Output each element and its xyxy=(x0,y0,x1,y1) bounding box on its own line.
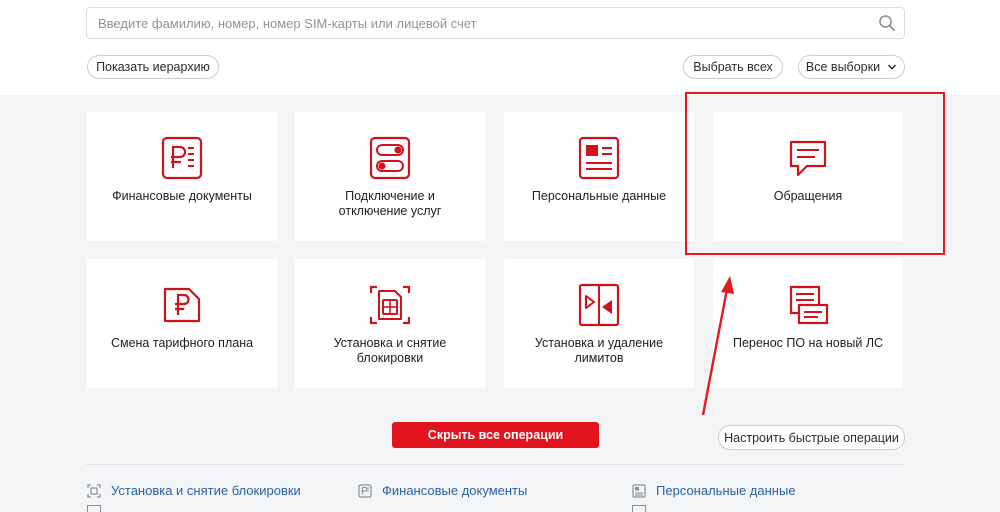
tile-change-tariff[interactable]: Смена тарифного плана xyxy=(87,259,277,388)
search-box[interactable] xyxy=(86,7,905,39)
ruble-document-icon xyxy=(161,136,203,180)
tile-label: Установка и снятие блокировки xyxy=(333,336,447,365)
personal-card-icon xyxy=(632,483,646,498)
transfer-icon xyxy=(789,285,829,325)
tile-label: Финансовые документы xyxy=(112,189,252,203)
search-input[interactable] xyxy=(87,8,847,38)
cut-off-link-icon xyxy=(87,505,101,512)
sim-lock-icon xyxy=(87,483,101,498)
all-selections-dropdown[interactable]: Все выборки xyxy=(798,55,905,79)
ruble-sim-icon xyxy=(163,287,201,323)
tile-appeals[interactable]: Обращения xyxy=(713,112,903,241)
tile-label: Установка и удаление лимитов xyxy=(534,336,664,365)
link-personal-data[interactable]: Персональные данные xyxy=(632,483,796,498)
tile-limits[interactable]: Установка и удаление лимитов xyxy=(504,259,694,388)
configure-quick-operations-button[interactable]: Настроить быстрые операции xyxy=(718,425,905,450)
search-icon[interactable] xyxy=(878,14,896,32)
select-all-label: Выбрать всех xyxy=(693,60,773,74)
top-bar: Показать иерархию Выбрать всех Все выбор… xyxy=(0,0,1000,95)
page: Показать иерархию Выбрать всех Все выбор… xyxy=(0,0,1000,512)
hide-all-operations-button[interactable]: Скрыть все операции xyxy=(392,422,599,448)
sim-lock-icon xyxy=(369,285,411,325)
show-hierarchy-label: Показать иерархию xyxy=(96,60,210,74)
tile-label: Перенос ПО на новый ЛС xyxy=(732,336,884,350)
personal-card-icon xyxy=(578,136,620,180)
toggle-switches-icon xyxy=(369,136,411,180)
link-label: Персональные данные xyxy=(656,483,796,498)
all-selections-label: Все выборки xyxy=(805,60,881,74)
tile-label: Персональные данные xyxy=(531,189,667,203)
limits-icon xyxy=(578,283,620,327)
link-financial-documents[interactable]: Финансовые документы xyxy=(358,483,527,498)
link-block-unblock[interactable]: Установка и снятие блокировки xyxy=(87,483,301,498)
select-all-button[interactable]: Выбрать всех xyxy=(683,55,783,79)
tile-personal-data[interactable]: Персональные данные xyxy=(504,112,694,241)
tile-block-unblock[interactable]: Установка и снятие блокировки xyxy=(295,259,485,388)
tile-services-toggle[interactable]: Подключение и отключение услуг xyxy=(295,112,485,241)
show-hierarchy-button[interactable]: Показать иерархию xyxy=(87,55,219,79)
configure-quick-operations-label: Настроить быстрые операции xyxy=(724,430,899,445)
link-label: Финансовые документы xyxy=(382,483,528,498)
ruble-document-icon xyxy=(358,483,372,498)
tile-label: Обращения xyxy=(773,189,843,203)
tile-label: Смена тарифного плана xyxy=(110,336,254,350)
tile-transfer[interactable]: Перенос ПО на новый ЛС xyxy=(713,259,903,388)
chat-bubble-icon xyxy=(789,140,827,177)
tile-financial-documents[interactable]: Финансовые документы xyxy=(87,112,277,241)
cut-off-link-icon xyxy=(632,505,646,512)
link-label: Установка и снятие блокировки xyxy=(111,483,301,498)
hide-all-operations-label: Скрыть все операции xyxy=(427,428,564,442)
divider xyxy=(86,464,905,465)
chevron-down-icon xyxy=(888,64,897,70)
tile-label: Подключение и отключение услуг xyxy=(338,189,442,218)
